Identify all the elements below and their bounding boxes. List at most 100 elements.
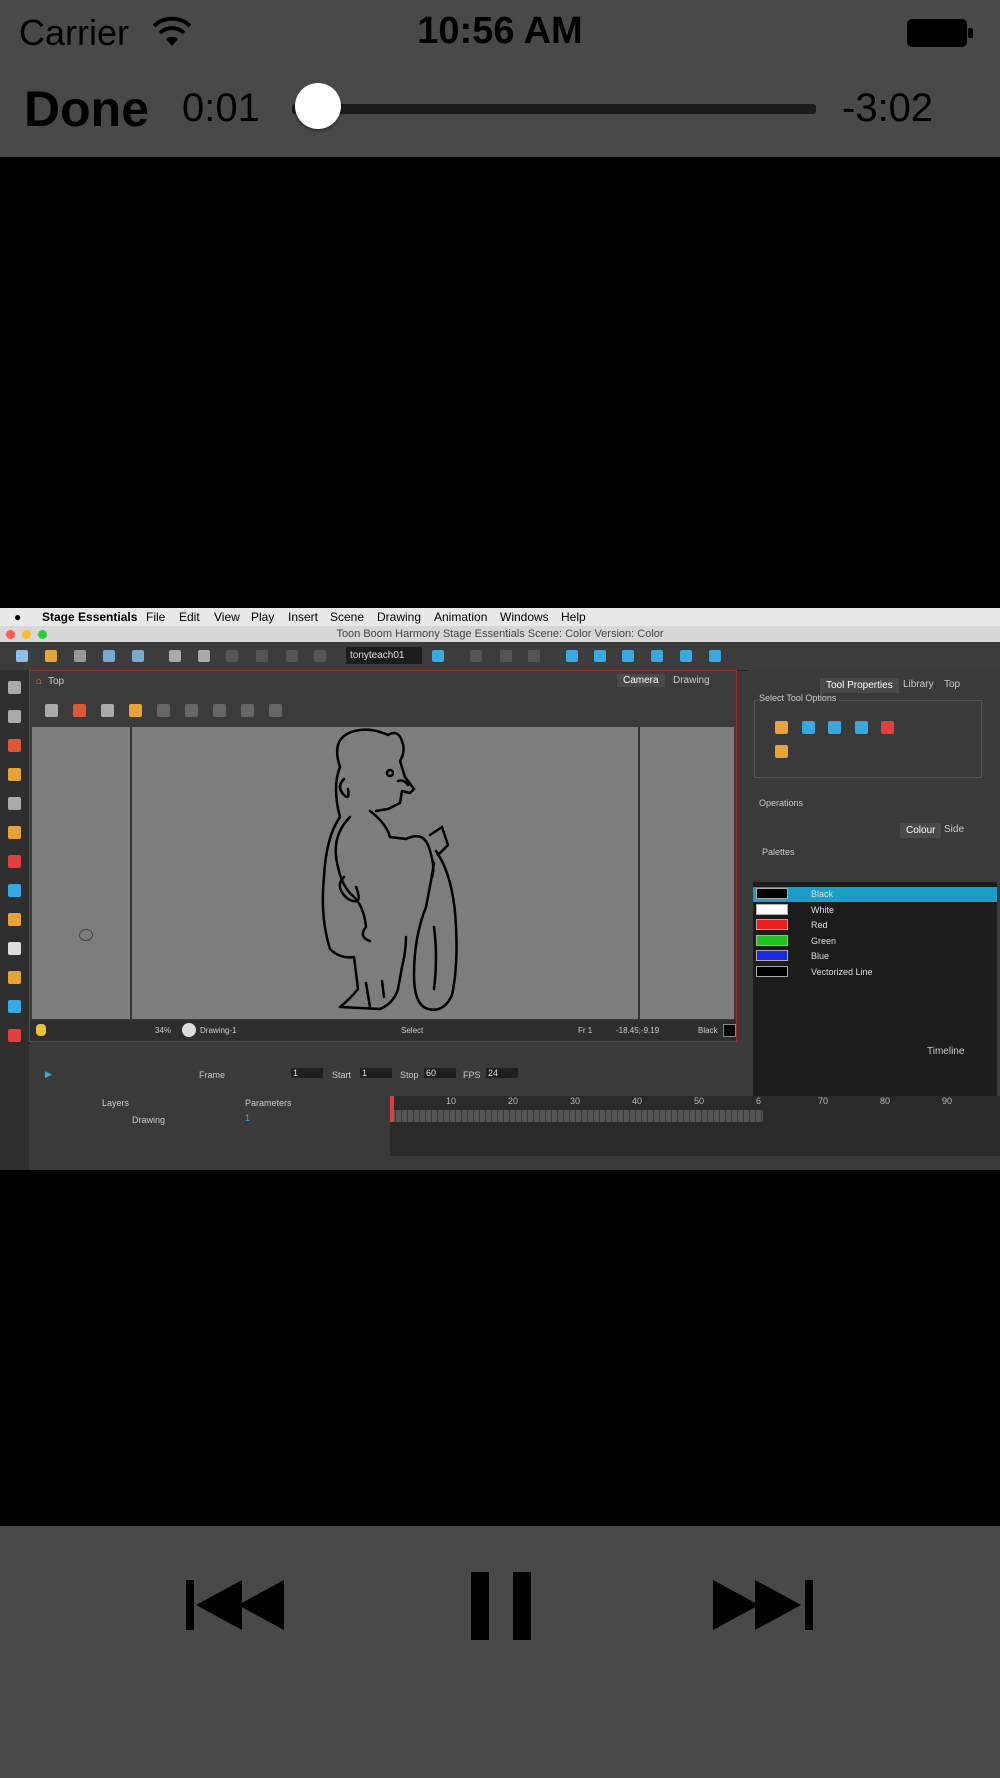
swatch-label: Red xyxy=(811,920,828,930)
parameters-label: Parameters xyxy=(245,1098,292,1108)
app-toolbar: tonyteach01 xyxy=(0,642,1000,671)
zoom-dot-icon xyxy=(38,630,47,639)
line-icon xyxy=(8,884,21,897)
brush-icon xyxy=(8,739,21,752)
swatch-color xyxy=(756,950,788,961)
start-label: Start xyxy=(332,1070,352,1080)
fill-icon xyxy=(8,1029,21,1042)
status-bar: Carrier 10:56 AM xyxy=(0,0,1000,64)
right-panels: Tool Properties Library Top Select Tool … xyxy=(748,670,1000,1170)
exposure-cells xyxy=(390,1110,763,1122)
tab-top: Top xyxy=(944,679,961,690)
import-icon xyxy=(132,650,144,662)
tab-drawing: Drawing xyxy=(673,675,710,686)
scrubber-track[interactable] xyxy=(292,104,816,114)
grid-icon xyxy=(8,1000,21,1013)
balance-icon xyxy=(269,704,282,717)
frame-label: Frame xyxy=(199,1070,226,1080)
caveman-drawing xyxy=(321,728,458,1011)
draw-icon xyxy=(73,704,86,717)
player-top-bar: Carrier 10:56 AM Done 0:01 -3:02 xyxy=(0,0,1000,157)
paint-icon xyxy=(8,855,21,868)
swatch-color xyxy=(756,919,788,930)
minimize-dot-icon xyxy=(22,630,31,639)
tab-tool-properties: Tool Properties xyxy=(820,678,899,693)
swatch-row[interactable]: Vectorized Line xyxy=(753,965,997,980)
swatch-row[interactable]: Blue xyxy=(753,949,997,964)
layer-name: Drawing xyxy=(132,1115,166,1125)
undo-icon xyxy=(169,650,181,662)
lasso-icon xyxy=(775,721,788,734)
coordinates: -18.45;-9.19 xyxy=(616,1026,660,1035)
morph-icon xyxy=(680,650,692,662)
clock: 10:56 AM xyxy=(417,10,583,52)
fps-field: 24 xyxy=(486,1068,518,1078)
swatch-row[interactable]: White xyxy=(753,903,997,918)
video-frame[interactable]: ● Stage Essentials File Edit View Play I… xyxy=(0,608,1000,1170)
ruler-tick-label: 90 xyxy=(942,1096,953,1106)
previous-track-icon[interactable] xyxy=(186,1578,290,1634)
fps-label: FPS xyxy=(463,1070,481,1080)
menu-edit: Edit xyxy=(179,610,200,624)
menu-insert: Insert xyxy=(288,610,319,624)
pivot-icon xyxy=(79,929,93,941)
select-arrow-icon xyxy=(881,721,894,734)
frame-indicator: Fr 1 xyxy=(578,1026,593,1035)
tab-colour: Colour xyxy=(900,823,942,838)
done-button[interactable]: Done xyxy=(24,80,149,138)
frame-field: 1 xyxy=(291,1068,323,1078)
remaining-time: -3:02 xyxy=(842,86,934,130)
swatch-row[interactable]: Red xyxy=(753,918,997,933)
ruler-tick-label: 80 xyxy=(880,1096,891,1106)
elapsed-time: 0:01 xyxy=(182,86,260,130)
pencil-icon xyxy=(8,768,21,781)
next-track-icon[interactable] xyxy=(713,1578,817,1634)
zoom-level: 34% xyxy=(155,1026,172,1035)
left-toolbar xyxy=(0,670,30,1170)
bone-icon xyxy=(709,650,721,662)
palettes-label: Palettes xyxy=(762,847,795,857)
scene-select: tonyteach01 xyxy=(346,647,422,664)
hand-icon xyxy=(8,942,21,955)
ruler-tick-label: 20 xyxy=(508,1096,519,1106)
menu-view: View xyxy=(214,610,240,624)
save-as-icon xyxy=(103,650,115,662)
start-field: 1 xyxy=(360,1068,392,1078)
contour-icon xyxy=(8,710,21,723)
play-icon: ▶ xyxy=(45,1069,52,1079)
camera-tools xyxy=(33,697,733,725)
frame-area: 10 20 30 40 50 6 70 80 90 xyxy=(390,1096,1000,1156)
tool-a-icon xyxy=(470,650,482,662)
redo-icon xyxy=(198,650,210,662)
delete-icon xyxy=(314,650,326,662)
drawing-name: Drawing-1 xyxy=(200,1026,237,1035)
menu-file: File xyxy=(146,610,166,624)
dropper-icon xyxy=(8,913,21,926)
swatch-label: Vectorized Line xyxy=(811,966,873,977)
swatch-label: Blue xyxy=(811,951,830,961)
camera-status-bar: 34% Drawing-1 Select Fr 1 -18.45;-9.19 B… xyxy=(30,1020,736,1041)
new-icon xyxy=(16,650,28,662)
tool-b-icon xyxy=(500,650,512,662)
swatch-color xyxy=(756,903,788,915)
stop-label: Stop xyxy=(400,1070,419,1080)
current-tool: Select xyxy=(401,1026,424,1035)
pause-icon[interactable] xyxy=(471,1572,531,1640)
swatch-color xyxy=(756,965,788,977)
frame-ruler: 10 20 30 40 50 6 70 80 90 xyxy=(390,1096,1000,1109)
layers-label: Layers xyxy=(102,1098,130,1108)
ruler-tick-label: 6 xyxy=(756,1096,762,1106)
ruler-tick-label: 50 xyxy=(694,1096,705,1106)
menu-windows: Windows xyxy=(500,610,549,624)
scrubber-thumb[interactable] xyxy=(294,83,341,129)
scale-icon xyxy=(622,650,634,662)
menu-app: Stage Essentials xyxy=(42,610,138,624)
swatch-row[interactable]: Black xyxy=(753,887,997,902)
swatch-row[interactable]: Green xyxy=(753,934,997,949)
save-icon xyxy=(74,650,86,662)
light-icon xyxy=(129,704,142,717)
layer-a-icon xyxy=(157,704,170,717)
snap-b-icon xyxy=(828,721,841,734)
open-icon xyxy=(45,650,57,662)
rotate-icon xyxy=(594,650,606,662)
